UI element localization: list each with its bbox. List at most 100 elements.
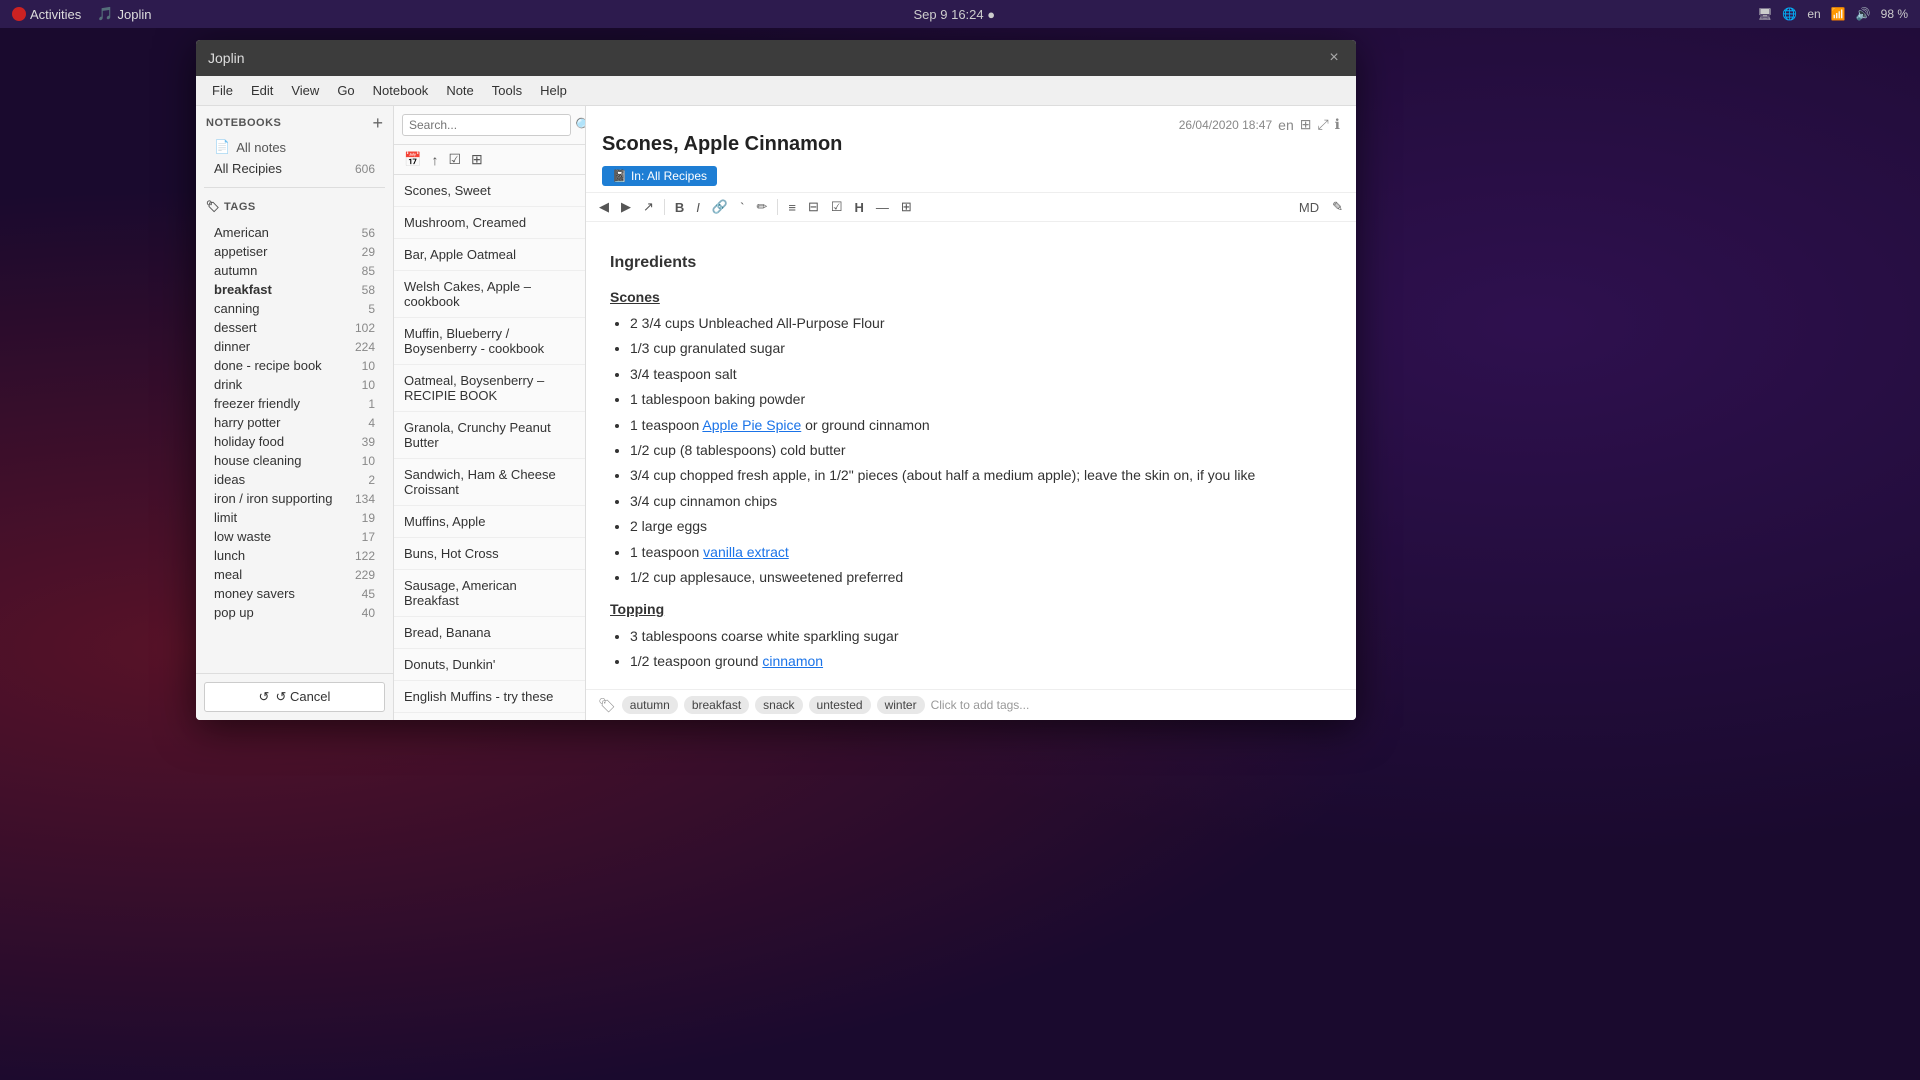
tag-count: 17 — [362, 530, 375, 544]
tag-iron-iron-supporting[interactable]: iron / iron supporting 134 — [196, 489, 393, 508]
language-button[interactable]: en — [1278, 117, 1294, 133]
cancel-button[interactable]: ↺ ↺ Cancel — [204, 682, 385, 712]
notes-toolbar: 📅 ↑ ☑ ⊞ — [394, 145, 585, 175]
tag-dessert[interactable]: dessert 102 — [196, 318, 393, 337]
menu-notebook[interactable]: Notebook — [365, 81, 437, 100]
menu-edit[interactable]: Edit — [243, 81, 281, 100]
vanilla-extract-link[interactable]: vanilla extract — [703, 544, 789, 560]
tag-name: appetiser — [214, 244, 267, 259]
search-button[interactable]: 🔍 — [575, 117, 586, 134]
note-item-scones-sweet[interactable]: Scones, Sweet — [394, 175, 585, 207]
bullet-list-button[interactable]: ≡ — [783, 198, 801, 217]
activities-button[interactable]: Activities — [12, 7, 81, 22]
joplin-app-button[interactable]: 🎵 Joplin — [97, 6, 151, 22]
note-item-english-muffins[interactable]: English Muffins - try these — [394, 681, 585, 713]
all-recipes-notebook[interactable]: All Recipies 606 — [206, 158, 383, 179]
note-item-bread-banana[interactable]: Bread, Banana — [394, 617, 585, 649]
note-item-welsh-cakes[interactable]: Welsh Cakes, Apple – cookbook — [394, 271, 585, 318]
calendar-view-button[interactable]: 📅 — [400, 149, 425, 170]
datetime-label: Sep 9 16:24 — [914, 7, 984, 22]
menu-note[interactable]: Note — [438, 81, 481, 100]
notebook-badge[interactable]: 📓 In: All Recipes — [602, 166, 717, 186]
tag-untested-badge[interactable]: untested — [809, 696, 871, 714]
tag-autumn-badge[interactable]: autumn — [622, 696, 678, 714]
add-notebook-button[interactable]: + — [372, 114, 383, 132]
expand-button[interactable]: ⤢ — [1317, 116, 1328, 133]
tag-money-savers[interactable]: money savers 45 — [196, 584, 393, 603]
note-item-sausage[interactable]: Sausage, American Breakfast — [394, 570, 585, 617]
ingredients-list: 2 3/4 cups Unbleached All-Purpose Flour … — [610, 312, 1332, 588]
tag-done-recipe-book[interactable]: done - recipe book 10 — [196, 356, 393, 375]
tag-drink[interactable]: drink 10 — [196, 375, 393, 394]
info-button[interactable]: ℹ — [1335, 116, 1340, 133]
layout-button[interactable]: ⊞ — [1300, 116, 1312, 133]
external-link-button[interactable]: ↗ — [638, 197, 659, 217]
note-item-buns[interactable]: Buns, Hot Cross — [394, 538, 585, 570]
window-close-button[interactable]: × — [1324, 48, 1344, 68]
cinnamon-link[interactable]: cinnamon — [762, 653, 823, 669]
insert-button[interactable]: ⊞ — [896, 197, 917, 217]
menu-go[interactable]: Go — [329, 81, 362, 100]
tag-winter-badge[interactable]: winter — [877, 696, 925, 714]
tag-count: 5 — [368, 302, 375, 316]
note-item-granola[interactable]: Granola, Crunchy Peanut Butter — [394, 412, 585, 459]
note-item-mushroom[interactable]: Mushroom, Creamed — [394, 207, 585, 239]
ingredients-heading: Ingredients — [610, 250, 1332, 276]
inline-code-button[interactable]: ` — [735, 198, 749, 217]
menu-tools[interactable]: Tools — [484, 81, 530, 100]
note-item-bar[interactable]: Bar, Apple Oatmeal — [394, 239, 585, 271]
tags-label: 🏷 TAGS — [206, 200, 256, 213]
bold-button[interactable]: B — [670, 198, 689, 217]
note-item-bread-english[interactable]: Bread, English Muffin — [394, 713, 585, 720]
checkbox-view-button[interactable]: ☑ — [444, 149, 465, 170]
tag-meal[interactable]: meal 229 — [196, 565, 393, 584]
tag-snack-badge[interactable]: snack — [755, 696, 802, 714]
note-item-muffin-blueberry[interactable]: Muffin, Blueberry / Boysenberry - cookbo… — [394, 318, 585, 365]
tag-dinner[interactable]: dinner 224 — [196, 337, 393, 356]
notebook-name: All Recipies — [214, 161, 282, 176]
back-button[interactable]: ◀ — [594, 197, 614, 217]
notebooks-section: NOTEBOOKS + 📄 All notes All Recipies 606 — [196, 106, 393, 183]
markdown-view-button[interactable]: MD — [1294, 197, 1324, 217]
tag-freezer-friendly[interactable]: freezer friendly 1 — [196, 394, 393, 413]
menu-file[interactable]: File — [204, 81, 241, 100]
forward-button[interactable]: ▶ — [616, 197, 636, 217]
ingredient-item: 3/4 cup cinnamon chips — [630, 490, 1332, 512]
note-item-sandwich[interactable]: Sandwich, Ham & Cheese Croissant — [394, 459, 585, 506]
tag-harry-potter[interactable]: harry potter 4 — [196, 413, 393, 432]
note-item-muffins-apple[interactable]: Muffins, Apple — [394, 506, 585, 538]
tag-canning[interactable]: canning 5 — [196, 299, 393, 318]
all-notes-item[interactable]: 📄 All notes — [206, 136, 383, 158]
tag-house-cleaning[interactable]: house cleaning 10 — [196, 451, 393, 470]
menu-view[interactable]: View — [283, 81, 327, 100]
tag-american[interactable]: American 56 — [196, 223, 393, 242]
numbered-list-button[interactable]: ⊟ — [803, 197, 824, 217]
tag-ideas[interactable]: ideas 2 — [196, 470, 393, 489]
apple-pie-spice-link[interactable]: Apple Pie Spice — [702, 417, 801, 433]
tag-count: 134 — [355, 492, 375, 506]
grid-view-button[interactable]: ⊞ — [467, 149, 487, 170]
horizontal-rule-button[interactable]: — — [871, 198, 894, 217]
checklist-button[interactable]: ☑ — [826, 197, 848, 217]
add-tags-button[interactable]: Click to add tags... — [931, 698, 1030, 712]
heading-button[interactable]: H — [850, 198, 869, 217]
tag-lunch[interactable]: lunch 122 — [196, 546, 393, 565]
italic-button[interactable]: I — [691, 198, 705, 217]
search-input[interactable] — [402, 114, 571, 136]
tag-holiday-food[interactable]: holiday food 39 — [196, 432, 393, 451]
tag-autumn[interactable]: autumn 85 — [196, 261, 393, 280]
tag-breakfast-badge[interactable]: breakfast — [684, 696, 749, 714]
tag-name: drink — [214, 377, 242, 392]
tag-low-waste[interactable]: low waste 17 — [196, 527, 393, 546]
tag-appetiser[interactable]: appetiser 29 — [196, 242, 393, 261]
link-button[interactable]: 🔗 — [707, 197, 733, 217]
highlight-button[interactable]: ✏ — [751, 197, 772, 217]
sort-button[interactable]: ↑ — [427, 150, 442, 170]
tag-breakfast[interactable]: breakfast 58 — [196, 280, 393, 299]
note-item-donuts[interactable]: Donuts, Dunkin' — [394, 649, 585, 681]
preview-button[interactable]: ✎ — [1327, 197, 1348, 217]
menu-help[interactable]: Help — [532, 81, 575, 100]
note-item-oatmeal-boysenberry[interactable]: Oatmeal, Boysenberry – RECIPIE BOOK — [394, 365, 585, 412]
tag-limit[interactable]: limit 19 — [196, 508, 393, 527]
tag-pop-up[interactable]: pop up 40 — [196, 603, 393, 622]
